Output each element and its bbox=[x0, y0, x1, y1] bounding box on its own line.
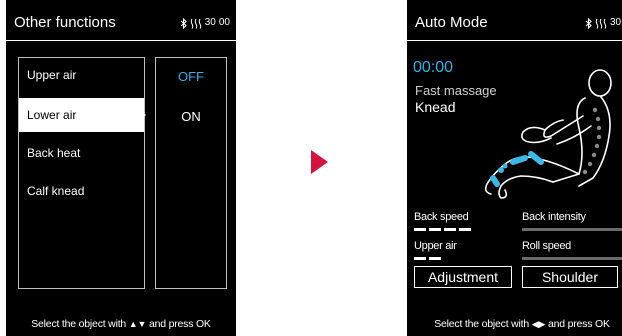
menu-item-upper-air[interactable]: Upper air bbox=[19, 58, 144, 92]
back-speed-level bbox=[414, 228, 471, 231]
page-title: Other functions bbox=[14, 14, 116, 31]
menu-item-back-heat[interactable]: Back heat bbox=[19, 136, 144, 170]
title-divider bbox=[6, 40, 236, 41]
menu-item-lower-air[interactable]: Lower air bbox=[19, 98, 144, 132]
up-arrow-icon: ▲ bbox=[128, 319, 138, 329]
menu-item-calf-knead[interactable]: Calf knead bbox=[19, 174, 144, 208]
upper-air-label: Upper air bbox=[414, 240, 457, 252]
massage-body-figure-icon bbox=[484, 69, 612, 199]
other-functions-screen: Other functions 30 00 Upper air Lower ai… bbox=[6, 0, 236, 336]
back-speed-label: Back speed bbox=[414, 211, 469, 223]
instruction-text: Select the object with ◀▶ and press OK bbox=[407, 318, 622, 330]
status-bar: 30 00 bbox=[180, 17, 230, 29]
roll-speed-level bbox=[522, 257, 622, 260]
auto-mode-screen: Auto Mode 30:00 00:00 Fast massage Knead bbox=[407, 0, 622, 336]
bluetooth-icon bbox=[585, 17, 592, 29]
left-arrow-icon: ◀ bbox=[531, 319, 539, 329]
function-menu: Upper air Lower air Back heat Calf knead bbox=[18, 57, 145, 289]
title-bar: Other functions 30 00 bbox=[6, 14, 236, 32]
remaining-minutes: 00 bbox=[218, 17, 230, 28]
down-arrow-icon: ▼ bbox=[137, 319, 147, 329]
option-list: OFF ON bbox=[155, 57, 227, 289]
heat-icon bbox=[190, 18, 201, 29]
bluetooth-icon bbox=[180, 17, 187, 29]
roll-speed-label: Roll speed bbox=[522, 240, 571, 252]
right-arrow-icon: ▶ bbox=[538, 319, 546, 329]
upper-air-level bbox=[414, 257, 441, 260]
title-divider bbox=[407, 40, 622, 41]
instruction-text: Select the object with ▲▼ and press OK bbox=[6, 318, 236, 330]
instruction-suffix: and press OK bbox=[547, 318, 610, 330]
option-off[interactable]: OFF bbox=[156, 69, 226, 85]
page-title: Auto Mode bbox=[415, 14, 488, 31]
elapsed-timer: 00:00 bbox=[413, 59, 454, 76]
adjustment-button[interactable]: Adjustment bbox=[414, 266, 512, 288]
transition-arrow-icon bbox=[311, 150, 328, 174]
instruction-prefix: Select the object with bbox=[31, 318, 127, 330]
remaining-time: 30:00 bbox=[609, 17, 622, 28]
course-name: Knead bbox=[415, 99, 456, 115]
selection-pointer-icon bbox=[140, 110, 146, 120]
remaining-hours: 30 bbox=[204, 17, 216, 28]
instruction-suffix: and press OK bbox=[148, 318, 211, 330]
instruction-prefix: Select the object with bbox=[434, 318, 530, 330]
option-on[interactable]: ON bbox=[156, 109, 226, 125]
status-bar: 30:00 bbox=[585, 17, 622, 29]
heat-icon bbox=[595, 18, 607, 29]
title-bar: Auto Mode 30:00 bbox=[407, 14, 622, 32]
back-intensity-label: Back intensity bbox=[522, 211, 586, 223]
shoulder-button[interactable]: Shoulder bbox=[522, 266, 618, 288]
back-intensity-level bbox=[522, 228, 622, 231]
